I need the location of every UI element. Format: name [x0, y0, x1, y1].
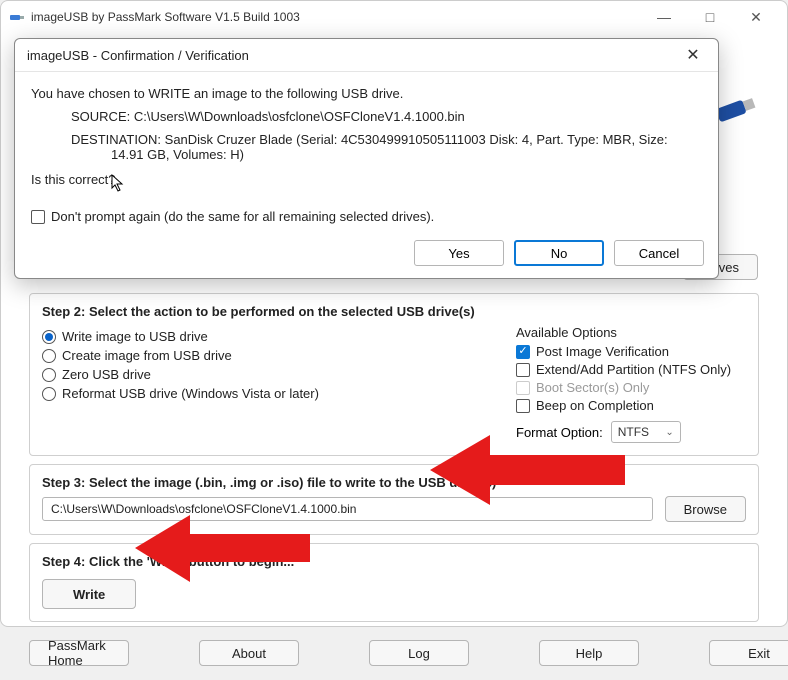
dialog-buttons: Yes No Cancel — [15, 230, 718, 278]
dialog-destination: DESTINATION: SanDisk Cruzer Blade (Seria… — [71, 132, 702, 162]
checkbox-icon — [516, 345, 530, 359]
log-button[interactable]: Log — [369, 640, 469, 666]
step3-title: Step 3: Select the image (.bin, .img or … — [42, 475, 746, 490]
radio-icon — [42, 368, 56, 382]
radio-icon — [42, 349, 56, 363]
radio-write-image[interactable]: Write image to USB drive — [42, 329, 492, 344]
step2-title: Step 2: Select the action to be performe… — [42, 304, 746, 319]
browse-button[interactable]: Browse — [665, 496, 746, 522]
dialog-title: imageUSB - Confirmation / Verification — [27, 48, 249, 63]
radio-icon — [42, 330, 56, 344]
app-icon — [9, 9, 25, 25]
check-post-image-verification[interactable]: Post Image Verification — [516, 344, 746, 359]
passmark-home-button[interactable]: PassMark Home — [29, 640, 129, 666]
checkbox-icon — [516, 363, 530, 377]
window-controls: — □ ✕ — [641, 1, 779, 33]
radio-zero-drive[interactable]: Zero USB drive — [42, 367, 492, 382]
radio-icon — [42, 387, 56, 401]
action-radios: Write image to USB drive Create image fr… — [42, 325, 492, 443]
titlebar: imageUSB by PassMark Software V1.5 Build… — [1, 1, 787, 33]
dialog-body: You have chosen to WRITE an image to the… — [15, 72, 718, 230]
maximize-button[interactable]: □ — [687, 1, 733, 33]
confirmation-dialog: imageUSB - Confirmation / Verification ✕… — [14, 38, 719, 279]
radio-create-image[interactable]: Create image from USB drive — [42, 348, 492, 363]
radio-reformat-drive[interactable]: Reformat USB drive (Windows Vista or lat… — [42, 386, 492, 401]
about-button[interactable]: About — [199, 640, 299, 666]
window-title: imageUSB by PassMark Software V1.5 Build… — [31, 10, 635, 24]
available-options: Available Options Post Image Verificatio… — [516, 325, 746, 443]
close-button[interactable]: ✕ — [733, 1, 779, 33]
annotation-arrow-1 — [430, 430, 630, 520]
dialog-confirm: Is this correct? — [31, 172, 702, 187]
dialog-source: SOURCE: C:\Users\W\Downloads\osfclone\OS… — [31, 109, 702, 124]
available-options-title: Available Options — [516, 325, 746, 340]
bottom-button-row: PassMark Home About Log Help Exit — [1, 632, 787, 680]
dialog-close-button[interactable]: ✕ — [680, 45, 706, 65]
checkbox-icon — [516, 381, 530, 395]
annotation-arrow-2 — [135, 510, 315, 590]
dialog-intro: You have chosen to WRITE an image to the… — [31, 86, 702, 101]
chevron-down-icon: ⌄ — [665, 427, 673, 438]
checkbox-icon — [31, 210, 45, 224]
minimize-button[interactable]: — — [641, 1, 687, 33]
check-extend-partition[interactable]: Extend/Add Partition (NTFS Only) — [516, 362, 746, 377]
dont-prompt-row[interactable]: Don't prompt again (do the same for all … — [31, 209, 702, 224]
write-button[interactable]: Write — [42, 579, 136, 609]
checkbox-icon — [516, 399, 530, 413]
exit-button[interactable]: Exit — [709, 640, 788, 666]
help-button[interactable]: Help — [539, 640, 639, 666]
cancel-button[interactable]: Cancel — [614, 240, 704, 266]
check-boot-sectors: Boot Sector(s) Only — [516, 380, 746, 395]
cursor-icon — [111, 174, 125, 196]
step2-group: Step 2: Select the action to be performe… — [29, 293, 759, 456]
no-button[interactable]: No — [514, 240, 604, 266]
check-beep-completion[interactable]: Beep on Completion — [516, 398, 746, 413]
yes-button[interactable]: Yes — [414, 240, 504, 266]
dialog-titlebar: imageUSB - Confirmation / Verification ✕ — [15, 39, 718, 72]
